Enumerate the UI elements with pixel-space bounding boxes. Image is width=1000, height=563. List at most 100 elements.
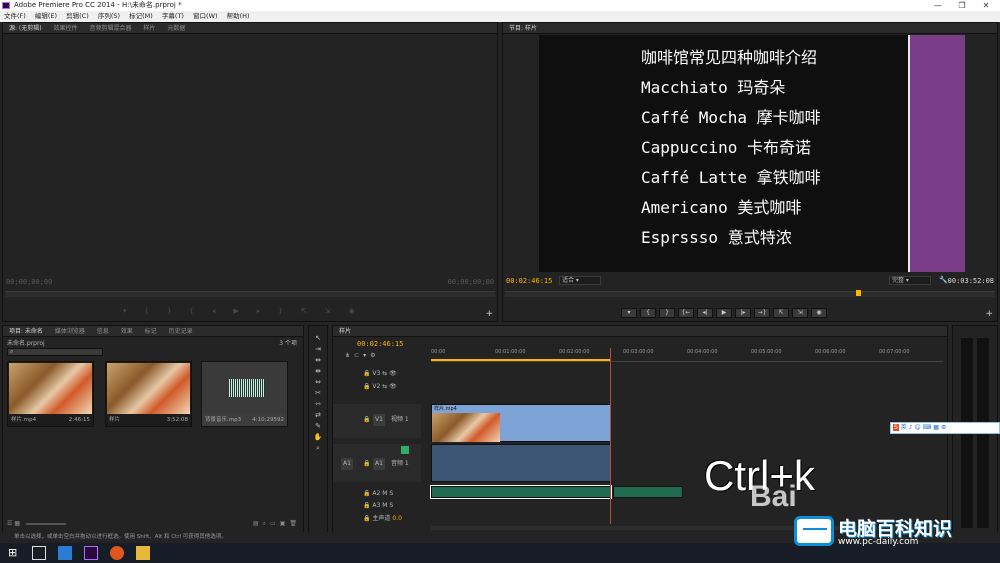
source-scrubber[interactable] bbox=[5, 291, 495, 297]
tab-effects[interactable]: 效果 bbox=[121, 328, 133, 335]
project-item-audio[interactable]: 背景音乐.mp3 4:10:29592 bbox=[201, 361, 288, 427]
tab-source[interactable]: 源: (无剪辑) bbox=[9, 25, 42, 32]
step-back-button[interactable]: ◂| bbox=[697, 308, 713, 318]
windows-start-icon[interactable]: ⊞ bbox=[8, 546, 22, 560]
media-player-taskbar-icon[interactable] bbox=[110, 546, 124, 560]
go-to-in-button[interactable]: {← bbox=[678, 308, 694, 318]
selection-tool-icon[interactable]: ↖ bbox=[312, 333, 324, 343]
ripple-edit-tool-icon[interactable]: ⇹ bbox=[312, 355, 324, 365]
tab-timeline-sequence[interactable]: 样片 bbox=[339, 328, 351, 335]
menu-edit[interactable]: 编辑(E) bbox=[35, 12, 57, 20]
ime-settings-icon[interactable]: ⚙ bbox=[941, 424, 946, 431]
menu-help[interactable]: 帮助(H) bbox=[227, 12, 250, 20]
timeline-timecode[interactable]: 00:02:46:15 bbox=[357, 340, 403, 348]
slip-tool-icon[interactable]: ⇿ bbox=[312, 399, 324, 409]
project-search-input[interactable]: ⌕ bbox=[7, 348, 103, 356]
menu-marker[interactable]: 标记(M) bbox=[129, 12, 153, 20]
menu-window[interactable]: 窗口(W) bbox=[193, 12, 218, 20]
tab-sample[interactable]: 样片 bbox=[143, 25, 155, 32]
source-viewer[interactable] bbox=[3, 35, 497, 275]
fit-dropdown[interactable]: 适合 ▾ bbox=[559, 276, 601, 285]
linked-selection-icon[interactable]: ⊂ bbox=[354, 352, 363, 359]
mark-out-button[interactable]: } bbox=[659, 308, 675, 318]
timeline-playhead[interactable] bbox=[610, 348, 611, 524]
rate-stretch-tool-icon[interactable]: ⇔ bbox=[312, 377, 324, 387]
tab-audio-clip-mixer[interactable]: 音频剪辑混合器 bbox=[89, 25, 131, 32]
tab-markers[interactable]: 标记 bbox=[145, 328, 157, 335]
task-view-icon[interactable] bbox=[32, 546, 46, 560]
hand-tool-icon[interactable]: ✋ bbox=[312, 432, 324, 442]
minimize-button[interactable]: — bbox=[930, 0, 946, 11]
export-frame-button[interactable]: ◉ bbox=[811, 308, 827, 318]
project-item-sequence[interactable]: 样片 3:52:08 bbox=[105, 361, 192, 427]
audio-clip-a1[interactable] bbox=[431, 444, 611, 482]
list-view-icon[interactable]: ☰ bbox=[7, 520, 12, 527]
ime-skin-icon[interactable]: ▦ bbox=[933, 424, 939, 431]
ime-toolbar[interactable]: S 英 ♪ ☺ ⌨ ▦ ⚙ bbox=[890, 422, 1000, 434]
tab-project[interactable]: 项目: 未命名 bbox=[9, 328, 43, 335]
file-explorer-icon[interactable] bbox=[136, 546, 150, 560]
tab-metadata[interactable]: 元数据 bbox=[167, 25, 185, 32]
track-v3-header[interactable]: 🔒 V3 ⇆ 👁 bbox=[333, 368, 421, 380]
razor-tool-icon[interactable]: ✂ bbox=[312, 388, 324, 398]
ime-keyboard-icon[interactable]: ⌨ bbox=[923, 424, 932, 431]
step-forward-button[interactable]: |▸ bbox=[735, 308, 751, 318]
master-volume-value[interactable]: 0.0 bbox=[392, 515, 402, 522]
track-a1-header[interactable]: A1 🔒 A1 音频 1 bbox=[333, 444, 421, 482]
menu-sequence[interactable]: 序列(S) bbox=[98, 12, 120, 20]
track-area[interactable]: 样片.mp4 bbox=[430, 348, 943, 524]
quality-dropdown[interactable]: 完整 ▾ bbox=[889, 276, 931, 285]
maximize-button[interactable]: ❐ bbox=[954, 0, 970, 11]
rolling-edit-tool-icon[interactable]: ⇼ bbox=[312, 366, 324, 376]
menu-file[interactable]: 文件(F) bbox=[4, 12, 26, 20]
project-item-clip1[interactable]: 样片.mp4 2:46:15 bbox=[7, 361, 94, 427]
add-marker-button[interactable]: ▾ bbox=[621, 308, 637, 318]
pen-tool-icon[interactable]: ✎ bbox=[312, 421, 324, 431]
timeline-settings-icon[interactable]: ⚙ bbox=[370, 352, 379, 359]
program-playhead[interactable] bbox=[856, 290, 861, 296]
ime-voice-icon[interactable]: ♪ bbox=[909, 424, 913, 431]
mute-toggle-icon[interactable] bbox=[401, 446, 409, 454]
track-v2-header[interactable]: 🔒 V2 ⇆ 👁 bbox=[333, 381, 421, 393]
track-a2-header[interactable]: 🔒 A2 M S bbox=[333, 488, 421, 500]
tab-info[interactable]: 信息 bbox=[97, 328, 109, 335]
timeline-ruler[interactable]: 00:00 00:01:00:00 00:02:00:00 00:03:00:0… bbox=[431, 348, 943, 362]
program-timecode-current[interactable]: 00:02:46:15 bbox=[506, 277, 552, 285]
track-v1-header[interactable]: 🔒 V1 视频 1 bbox=[333, 404, 421, 438]
zoom-slider[interactable] bbox=[25, 522, 66, 525]
video-clip[interactable]: 样片.mp4 bbox=[431, 404, 611, 442]
tab-effect-controls[interactable]: 效果控件 bbox=[54, 25, 78, 32]
taskbar-app-icon[interactable] bbox=[58, 546, 72, 560]
tab-history[interactable]: 历史记录 bbox=[169, 328, 193, 335]
menu-clip[interactable]: 剪辑(C) bbox=[66, 12, 89, 20]
mark-in-button[interactable]: { bbox=[640, 308, 656, 318]
source-add-button-icon[interactable]: + bbox=[485, 309, 493, 319]
go-to-out-button[interactable]: →} bbox=[754, 308, 770, 318]
close-button[interactable]: ✕ bbox=[978, 0, 994, 11]
zoom-tool-icon[interactable]: ⌕ bbox=[312, 443, 324, 453]
program-scrubber[interactable] bbox=[505, 290, 995, 297]
track-select-tool-icon[interactable]: ⇥ bbox=[312, 344, 324, 354]
slide-line: Esprssso 意式特浓 bbox=[641, 228, 792, 247]
program-viewer[interactable]: 咖啡馆常见四种咖啡介绍 Macchiato 玛奇朵 Caffé Mocha 摩卡… bbox=[539, 35, 965, 272]
track-a3-header[interactable]: 🔒 A3 M S bbox=[333, 500, 421, 512]
master-track-header[interactable]: 🔒 主声道 0.0 bbox=[333, 513, 421, 525]
premiere-taskbar-icon[interactable] bbox=[84, 546, 98, 560]
ime-mode[interactable]: 英 bbox=[901, 424, 907, 431]
snap-icon[interactable]: ⋔ bbox=[345, 352, 354, 359]
extract-button[interactable]: ⇲ bbox=[792, 308, 808, 318]
menu-title[interactable]: 字幕(T) bbox=[162, 12, 184, 20]
audio-clip-a2[interactable] bbox=[430, 485, 612, 499]
program-add-button-icon[interactable]: + bbox=[985, 309, 993, 319]
icon-view-icon[interactable]: ▦ bbox=[14, 520, 20, 527]
slide-tool-icon[interactable]: ⇄ bbox=[312, 410, 324, 420]
tab-program[interactable]: 节目: 样片 bbox=[509, 25, 537, 32]
wrench-icon[interactable]: 🔧 bbox=[939, 276, 948, 284]
new-item-icon[interactable]: ▤⌕▭▣🗑 bbox=[253, 520, 301, 528]
audio-clip-a2-dragging[interactable] bbox=[613, 486, 683, 498]
work-area-bar[interactable] bbox=[431, 359, 611, 361]
ime-emoji-icon[interactable]: ☺ bbox=[914, 424, 920, 431]
lift-button[interactable]: ⇱ bbox=[773, 308, 789, 318]
tab-media-browser[interactable]: 媒体浏览器 bbox=[55, 328, 85, 335]
play-button[interactable]: ▶ bbox=[716, 308, 732, 318]
